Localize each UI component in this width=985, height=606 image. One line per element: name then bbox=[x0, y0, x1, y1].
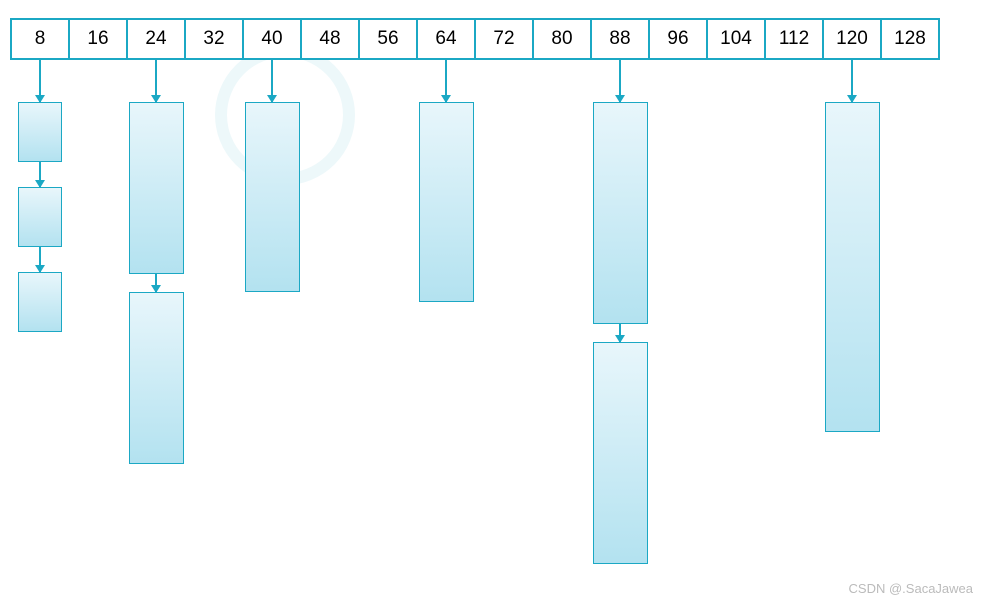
memory-block bbox=[825, 102, 880, 432]
arrow-down-icon bbox=[39, 247, 41, 272]
arrow-down-icon bbox=[39, 162, 41, 187]
header-cell-88: 88 bbox=[590, 18, 650, 60]
memory-block bbox=[245, 102, 300, 292]
arrow-down-icon bbox=[619, 324, 621, 342]
arrow-down-icon bbox=[619, 60, 621, 102]
column-120 bbox=[825, 60, 880, 432]
header-row: 81624324048566472808896104112120128 bbox=[10, 18, 940, 60]
memory-block bbox=[593, 102, 648, 324]
memory-block bbox=[593, 342, 648, 564]
header-cell-128: 128 bbox=[880, 18, 940, 60]
header-cell-80: 80 bbox=[532, 18, 592, 60]
header-cell-104: 104 bbox=[706, 18, 766, 60]
header-cell-32: 32 bbox=[184, 18, 244, 60]
arrow-down-icon bbox=[851, 60, 853, 102]
header-cell-72: 72 bbox=[474, 18, 534, 60]
arrow-down-icon bbox=[155, 60, 157, 102]
header-cell-64: 64 bbox=[416, 18, 476, 60]
memory-block bbox=[419, 102, 474, 302]
memory-block bbox=[18, 272, 62, 332]
header-cell-96: 96 bbox=[648, 18, 708, 60]
column-88 bbox=[593, 60, 648, 564]
memory-block bbox=[129, 292, 184, 464]
column-8 bbox=[18, 60, 62, 332]
memory-block bbox=[18, 102, 62, 162]
header-cell-24: 24 bbox=[126, 18, 186, 60]
header-cell-112: 112 bbox=[764, 18, 824, 60]
arrow-down-icon bbox=[39, 60, 41, 102]
header-cell-16: 16 bbox=[68, 18, 128, 60]
memory-block bbox=[129, 102, 184, 274]
header-cell-56: 56 bbox=[358, 18, 418, 60]
memory-block bbox=[18, 187, 62, 247]
column-40 bbox=[245, 60, 300, 292]
column-24 bbox=[129, 60, 184, 464]
header-cell-8: 8 bbox=[10, 18, 70, 60]
header-cell-48: 48 bbox=[300, 18, 360, 60]
column-64 bbox=[419, 60, 474, 302]
arrow-down-icon bbox=[445, 60, 447, 102]
footer-attribution: CSDN @.SacaJawea bbox=[849, 581, 973, 596]
arrow-down-icon bbox=[155, 274, 157, 292]
arrow-down-icon bbox=[271, 60, 273, 102]
header-cell-120: 120 bbox=[822, 18, 882, 60]
header-cell-40: 40 bbox=[242, 18, 302, 60]
